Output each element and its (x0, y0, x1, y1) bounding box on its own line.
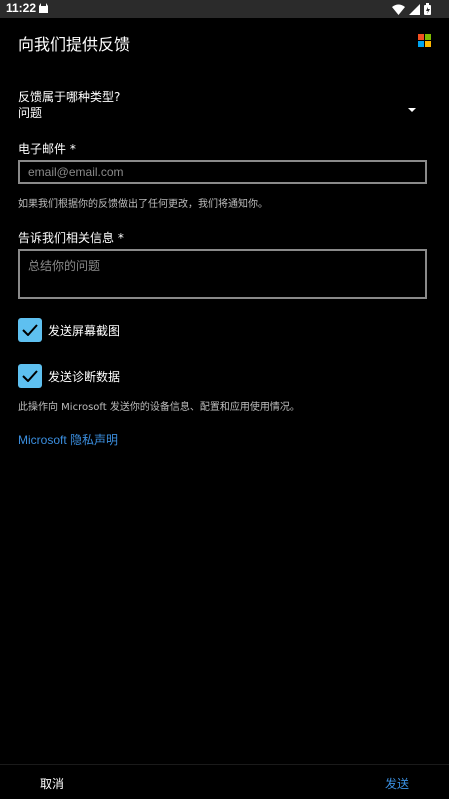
diagnostics-note: 此操作向 Microsoft 发送你的设备信息、配置和应用使用情况。 (18, 402, 300, 413)
signal-icon (409, 3, 420, 15)
notification-icon (39, 3, 48, 13)
email-field[interactable] (18, 160, 427, 184)
privacy-statement-link[interactable]: Microsoft 隐私声明 (18, 431, 118, 448)
system-icons (392, 3, 431, 15)
chevron-down-icon (408, 108, 416, 112)
status-time: 11:22 (6, 1, 37, 15)
page-title: 向我们提供反馈 (18, 35, 131, 54)
microsoft-logo (418, 34, 431, 47)
cancel-button[interactable]: 取消 (40, 775, 64, 792)
details-label: 告诉我们相关信息 * (18, 231, 124, 245)
email-helper-text: 如果我们根据你的反馈做出了任何更改，我们将通知你。 (18, 199, 268, 210)
feedback-type-dropdown[interactable]: 问题 (18, 102, 430, 120)
status-bar: 11:22 (0, 0, 449, 18)
send-screenshot-option[interactable]: 发送屏幕截图 (18, 318, 120, 342)
send-button[interactable]: 发送 (385, 775, 409, 792)
screenshot-checkbox[interactable] (18, 318, 42, 342)
details-textarea[interactable] (18, 249, 427, 299)
email-label: 电子邮件 * (18, 142, 76, 156)
battery-icon (424, 3, 431, 15)
header: 向我们提供反馈 (0, 18, 449, 64)
feedback-type-value: 问题 (18, 106, 43, 120)
wifi-icon (392, 4, 405, 15)
bottom-action-bar: 取消 发送 (0, 764, 449, 799)
checkmark-icon (22, 370, 38, 382)
diagnostics-checkbox[interactable] (18, 364, 42, 388)
send-diagnostics-option[interactable]: 发送诊断数据 (18, 364, 120, 388)
diagnostics-label: 发送诊断数据 (48, 369, 121, 384)
screenshot-label: 发送屏幕截图 (48, 323, 121, 338)
checkmark-icon (22, 324, 38, 336)
